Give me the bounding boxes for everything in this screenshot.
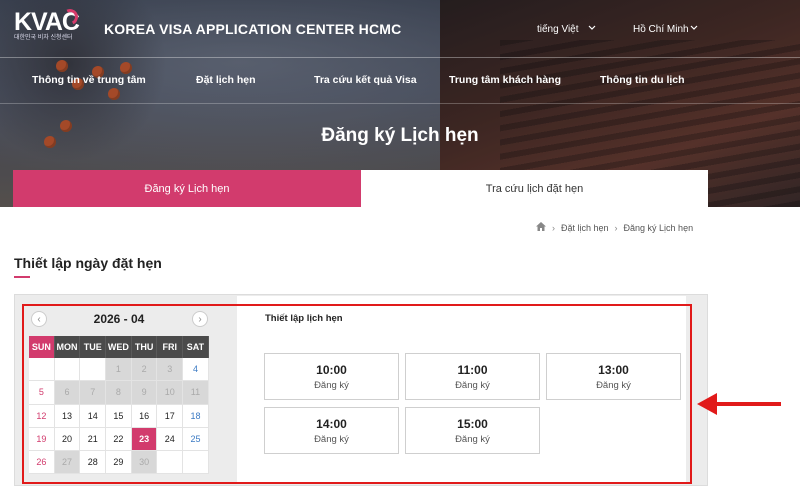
city-select[interactable]: Hồ Chí Minh [633,24,689,35]
breadcrumb-separator-icon: › [614,222,618,233]
kvac-logo[interactable]: KVAC 대한민국 비자 신청센터 [14,6,81,49]
nav-item-visa-result[interactable]: Tra cứu kết quả Visa [314,74,417,86]
breadcrumb-item[interactable]: Đặt lịch hẹn [561,223,609,233]
section-underline [14,276,30,278]
page-title: Đăng ký Lịch hẹn [321,125,479,146]
chevron-down-icon[interactable] [690,25,698,31]
nav-item-customer-center[interactable]: Trung tâm khách hàng [449,74,561,86]
annotation-arrow-icon [697,392,783,421]
nav-item-travel-info[interactable]: Thông tin du lịch [600,74,685,86]
breadcrumb-separator-icon: › [552,222,555,233]
chevron-down-icon[interactable] [588,25,596,31]
breadcrumb-item-current: Đăng ký Lịch hẹn [623,222,694,233]
brand-title: KOREA VISA APPLICATION CENTER HCMC [104,21,402,37]
logo-subtext: 대한민국 비자 신청센터 [14,35,73,41]
tab-register-appointment[interactable]: Đăng ký Lịch hẹn [13,170,361,207]
nav-item-appointment[interactable]: Đặt lịch hẹn [196,74,256,86]
annotation-highlight-box [22,304,692,484]
section-title: Thiết lập ngày đặt hẹn [14,255,162,271]
nav-divider [0,103,800,104]
nav-item-center-info[interactable]: Thông tin về trung tâm [32,74,146,86]
nav-divider [0,57,800,58]
home-icon[interactable] [536,222,546,233]
breadcrumb: › Đặt lịch hẹn › Đăng ký Lịch hẹn [536,222,693,233]
tab-lookup-appointment[interactable]: Tra cứu lịch đặt hẹn [361,170,708,207]
language-select[interactable]: tiếng Việt [537,24,579,35]
